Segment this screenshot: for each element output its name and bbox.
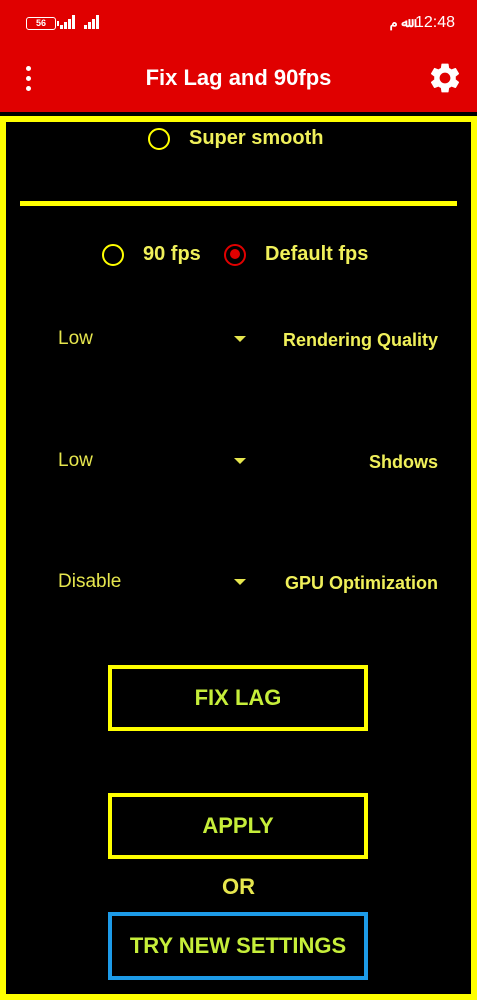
gpu-optimization-row: Disable GPU Optimization [58,567,438,597]
app-bar: Fix Lag and 90fps [0,48,477,112]
shadows-dropdown[interactable]: Low [58,446,246,476]
default-fps-radio[interactable] [224,243,246,266]
gpu-optimization-label: GPU Optimization [285,573,438,593]
dropdown-value: Low [58,450,93,471]
rendering-quality-label: Rendering Quality [282,330,438,350]
dropdown-value: Low [58,328,93,349]
try-new-settings-button[interactable]: TRY NEW SETTINGS [108,912,368,980]
dropdown-value: Disable [58,571,122,592]
clock: 12:48 [414,14,455,31]
default-fps-option[interactable]: Default fps [224,243,368,266]
fps-90-option[interactable]: 90 fps [102,243,201,266]
divider [20,201,457,206]
rendering-quality-row: Low Rendering Quality [58,324,438,354]
carrier-indicator: ﷲ م [389,15,409,30]
shadows-label: Shdows [368,452,438,472]
status-bar: 56 ﷲ م 12:48 [0,0,477,48]
or-text: OR [222,874,255,899]
signal-strength-icon [60,15,78,29]
shadows-row: Low Shdows [58,446,438,476]
dropdown-arrow-icon [234,336,246,342]
super-smooth-option[interactable]: Super smooth [148,127,323,150]
dropdown-arrow-icon [234,579,246,585]
dropdown-arrow-icon [234,458,246,464]
gear-icon[interactable] [427,60,463,96]
fix-lag-button[interactable]: FIX LAG [108,665,368,731]
super-smooth-radio[interactable] [148,127,170,150]
fps-90-radio[interactable] [102,243,124,266]
battery-icon: 56 [26,17,59,30]
super-smooth-label: Super smooth [189,127,324,149]
battery-level: 56 [35,18,46,28]
signal-strength-icon [84,15,102,29]
fps-90-label: 90 fps [143,243,201,265]
status-right: ﷲ م 12:48 [390,14,455,32]
app-title: Fix Lag and 90fps [145,65,332,90]
rendering-quality-dropdown[interactable]: Low [58,324,246,354]
gpu-optimization-dropdown[interactable]: Disable [58,567,246,597]
apply-button[interactable]: APPLY [108,793,368,859]
default-fps-label: Default fps [265,243,369,265]
